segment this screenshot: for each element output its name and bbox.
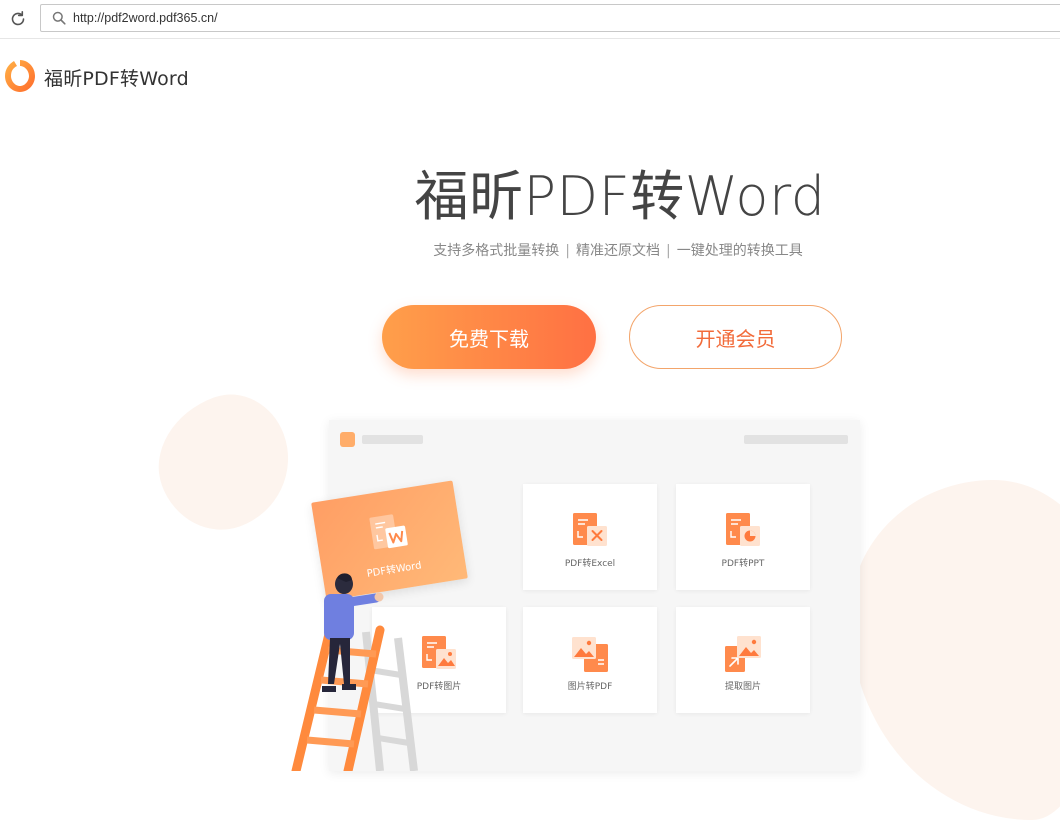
browser-toolbar: http://pdf2word.pdf365.cn/ — [0, 0, 1060, 39]
tagline-item: 支持多格式批量转换 — [433, 243, 560, 259]
feature-label: 提取图片 — [724, 682, 761, 692]
reload-button[interactable] — [6, 7, 30, 31]
tagline-item: 精准还原文档 — [576, 243, 660, 259]
decorative-blob — [139, 379, 309, 547]
search-icon — [52, 10, 68, 26]
tagline-separator: | — [565, 243, 570, 259]
feature-card-pdf-to-ppt[interactable]: PDF转PPT — [676, 484, 810, 590]
feature-label: 图片转PDF — [567, 682, 613, 692]
address-bar[interactable]: http://pdf2word.pdf365.cn/ — [40, 4, 1060, 32]
feature-card-pdf-to-excel[interactable]: PDF转Excel — [523, 484, 657, 590]
tagline-separator: | — [666, 243, 671, 259]
extract-image-icon — [725, 636, 761, 672]
feature-card-extract-image[interactable]: 提取图片 — [676, 607, 810, 713]
image-to-pdf-icon — [572, 637, 608, 672]
mock-title-bar — [362, 435, 423, 444]
tagline-item: 一键处理的转换工具 — [676, 243, 803, 259]
ppt-file-icon — [726, 513, 760, 546]
word-file-icon — [369, 514, 408, 550]
brand-name[interactable]: 福昕PDF转Word — [44, 64, 189, 91]
person-on-ladder-illustration — [291, 573, 418, 771]
feature-card-image-to-pdf[interactable]: 图片转PDF — [523, 607, 657, 713]
excel-file-icon — [573, 513, 607, 546]
page-title: 福昕PDF转Word — [414, 165, 826, 228]
feature-label: PDF转Excel — [564, 559, 616, 569]
reload-icon — [11, 11, 25, 26]
decorative-blob — [850, 480, 1060, 820]
feature-label: PDF转PPT — [721, 559, 765, 569]
free-download-button[interactable]: 免费下载 — [382, 305, 596, 369]
address-url[interactable]: http://pdf2word.pdf365.cn/ — [73, 11, 218, 25]
foxit-logo-icon — [5, 60, 35, 92]
site-logo[interactable] — [3, 58, 37, 94]
mock-toolbar-bar — [744, 435, 848, 444]
mock-window-dot — [340, 432, 355, 447]
tagline: 支持多格式批量转换 | 精准还原文档 | 一键处理的转换工具 — [0, 240, 1060, 260]
open-membership-button[interactable]: 开通会员 — [629, 305, 842, 369]
